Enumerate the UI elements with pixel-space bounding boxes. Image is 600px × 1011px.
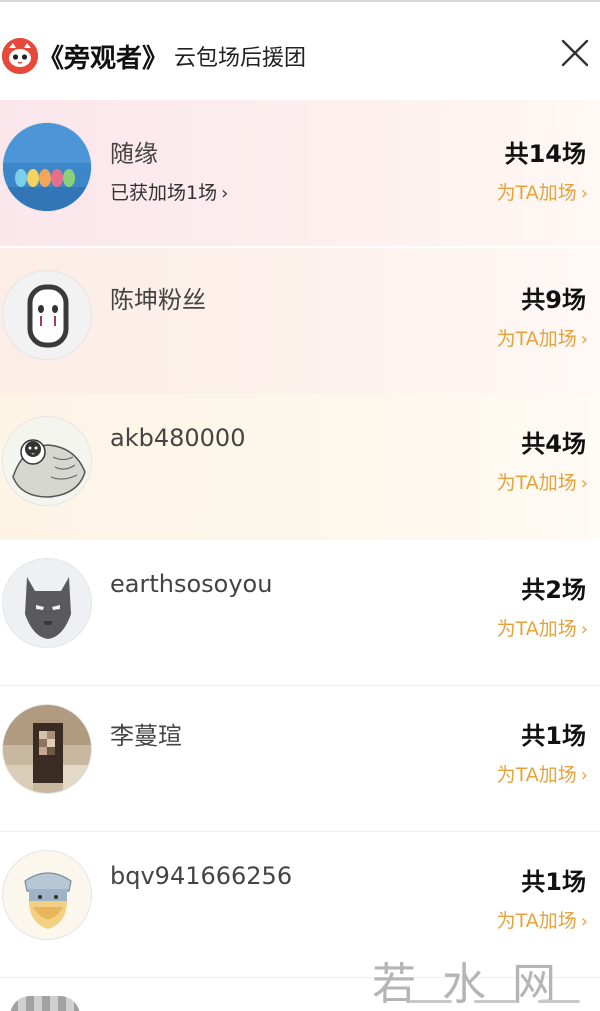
screening-count: 共2场 <box>521 576 586 604</box>
watermark-dot <box>410 1000 452 1003</box>
supporter-row[interactable]: 陈坤粉丝 共9场 为TA加场 › <box>0 248 600 394</box>
supporter-name: akb480000 <box>110 424 246 452</box>
watermark-dot <box>474 1000 516 1003</box>
chevron-right-icon: › <box>580 329 588 350</box>
supporter-row[interactable]: akb480000 共4场 为TA加场 › <box>0 394 600 540</box>
add-screening-button[interactable]: 为TA加场 › <box>497 760 588 787</box>
supporter-name: 陈坤粉丝 <box>110 286 206 314</box>
page-subtitle: 云包场后援团 <box>174 46 307 71</box>
black-mask-avatar[interactable] <box>2 558 92 648</box>
add-screening-label: 为TA加场 <box>496 328 577 350</box>
landscape-avatar[interactable] <box>2 122 92 212</box>
chevron-right-icon: › <box>580 911 588 932</box>
add-screening-label: 为TA加场 <box>496 910 577 932</box>
screening-count: 共1场 <box>521 868 586 896</box>
supporter-name: bqv941666256 <box>110 862 293 890</box>
add-screening-label: 为TA加场 <box>496 182 577 204</box>
chevron-right-icon: › <box>221 183 229 204</box>
penguin-sketch-avatar[interactable] <box>2 416 92 506</box>
supporter-name: 随缘 <box>110 140 158 168</box>
supporters-page: 《旁观者》 云包场后援团 随缘 已获加场1场 › 共14场 为TA加场 › 陈坤… <box>0 0 600 1011</box>
add-screening-label: 为TA加场 <box>496 618 577 640</box>
add-screening-button[interactable]: 为TA加场 › <box>497 324 588 351</box>
add-screening-label: 为TA加场 <box>496 764 577 786</box>
movie-title: 《旁观者》 <box>38 43 169 74</box>
screening-count: 共14场 <box>504 140 586 168</box>
screening-count: 共4场 <box>521 430 586 458</box>
watermark-dot <box>538 1000 580 1003</box>
supporter-row[interactable]: earthsosoyou 共2场 为TA加场 › <box>0 540 600 686</box>
supporter-name: earthsosoyou <box>110 570 273 598</box>
chevron-right-icon: › <box>580 619 588 640</box>
supporter-name: 李蔓瑄 <box>110 722 182 750</box>
add-screening-label: 为TA加场 <box>496 472 577 494</box>
bonus-screenings-text: 已获加场1场 <box>110 182 218 204</box>
chevron-right-icon: › <box>580 765 588 786</box>
screening-count: 共1场 <box>521 722 586 750</box>
add-screening-button[interactable]: 为TA加场 › <box>497 178 588 205</box>
cat-logo-icon <box>2 38 38 74</box>
supporter-row[interactable]: 随缘 已获加场1场 › 共14场 为TA加场 › <box>0 100 600 246</box>
screening-count: 共9场 <box>521 286 586 314</box>
header: 《旁观者》 云包场后援团 <box>0 0 600 100</box>
add-screening-button[interactable]: 为TA加场 › <box>497 468 588 495</box>
close-button[interactable] <box>560 38 590 68</box>
bonus-screenings-link[interactable]: 已获加场1场 › <box>110 178 228 205</box>
close-icon <box>561 39 589 67</box>
mask-face-avatar[interactable] <box>2 270 92 360</box>
add-screening-button[interactable]: 为TA加场 › <box>497 906 588 933</box>
watermark-underline <box>410 1000 580 1006</box>
photo-avatar[interactable] <box>2 704 92 794</box>
add-screening-button[interactable]: 为TA加场 › <box>497 614 588 641</box>
chevron-right-icon: › <box>580 473 588 494</box>
next-row-avatar-partial <box>10 996 80 1011</box>
supporter-row[interactable]: 李蔓瑄 共1场 为TA加场 › <box>0 686 600 832</box>
page-title: 《旁观者》 云包场后援团 <box>38 36 306 76</box>
cartoon-thor-avatar[interactable] <box>2 850 92 940</box>
chevron-right-icon: › <box>580 183 588 204</box>
